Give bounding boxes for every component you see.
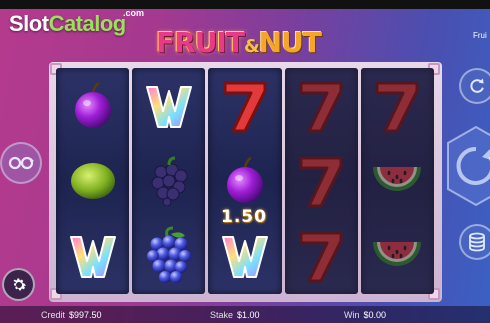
watermark-slot: Slot — [9, 11, 49, 36]
coins-icon — [469, 232, 485, 252]
credit-value: $997.50 — [69, 310, 102, 320]
watermark-catalog: Catalog — [48, 11, 127, 36]
game-name-short: Frui — [473, 31, 487, 40]
reels-grid — [56, 68, 435, 294]
symbol-watermelon — [361, 143, 434, 218]
logo-fruit: FRUIT — [156, 26, 245, 59]
reel-3 — [208, 68, 282, 294]
reel-1 — [56, 68, 130, 294]
watermark-com: .com — [123, 8, 145, 18]
refresh-button[interactable] — [459, 68, 490, 104]
stake-button[interactable] — [459, 224, 490, 260]
reel-4 — [284, 68, 358, 294]
symbol-seven — [361, 68, 434, 143]
logo-nut: NUT — [258, 26, 322, 59]
symbol-lime — [56, 143, 129, 218]
gear-icon — [12, 277, 26, 290]
symbol-grapes — [132, 218, 205, 293]
top-bar — [0, 0, 490, 9]
autoplay-icon — [8, 156, 34, 170]
symbol-w-wild — [208, 218, 281, 293]
credit-display: Credit $997.50 — [41, 310, 102, 320]
spin-icon — [447, 125, 490, 207]
symbol-seven — [285, 68, 358, 143]
logo-amp: & — [243, 36, 260, 57]
refresh-icon — [470, 78, 484, 93]
credit-label: Credit — [41, 310, 66, 320]
stake-label: Stake — [210, 310, 234, 320]
settings-button[interactable] — [2, 268, 35, 301]
reel-5 — [360, 68, 435, 294]
win-display: Win $0.00 — [344, 310, 386, 320]
status-bar: Credit $997.50 Stake $1.00 Win $0.00 — [0, 306, 490, 323]
win-value: $0.00 — [363, 310, 387, 320]
win-label: Win — [344, 310, 360, 320]
symbol-plum — [56, 68, 129, 143]
game-logo: FRUIT&NUT — [156, 26, 322, 59]
win-amount-label: 1.50 — [221, 207, 267, 227]
autoplay-button[interactable] — [0, 142, 42, 184]
reel-2 — [132, 68, 206, 294]
spin-button[interactable] — [446, 125, 490, 207]
symbol-w-wild — [132, 68, 205, 143]
symbol-seven — [285, 143, 358, 218]
symbol-seven — [208, 68, 281, 143]
symbol-seven — [285, 218, 358, 293]
symbol-blackberry — [132, 143, 205, 218]
symbol-w-wild — [56, 218, 129, 293]
symbol-watermelon — [361, 218, 434, 293]
stake-display: Stake $1.00 — [210, 310, 260, 320]
stake-value: $1.00 — [237, 310, 260, 320]
